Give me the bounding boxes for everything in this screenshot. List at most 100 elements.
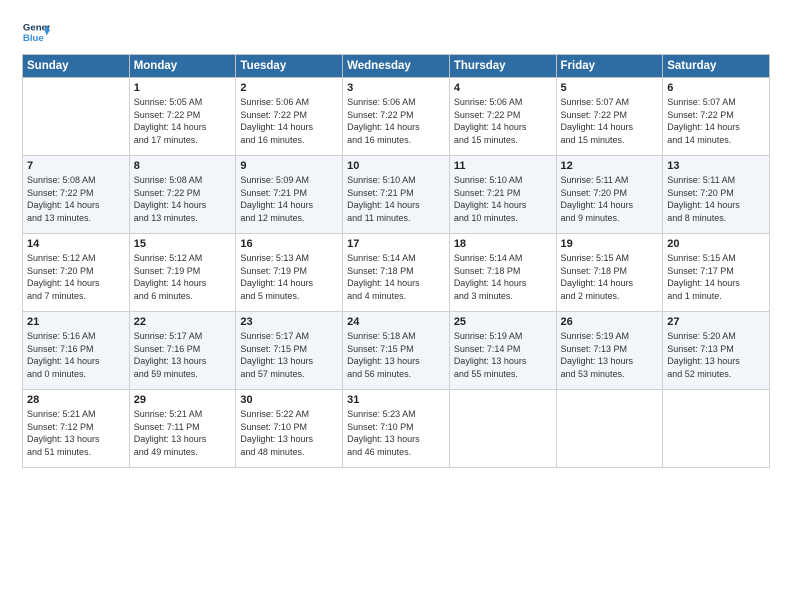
calendar-cell bbox=[23, 78, 130, 156]
cell-info: Sunrise: 5:17 AM Sunset: 7:16 PM Dayligh… bbox=[134, 330, 232, 380]
calendar-cell: 15 Sunrise: 5:12 AM Sunset: 7:19 PM Dayli… bbox=[129, 234, 236, 312]
cell-info: Sunrise: 5:13 AM Sunset: 7:19 PM Dayligh… bbox=[240, 252, 338, 302]
day-number: 31 bbox=[347, 394, 445, 406]
calendar-cell: 4 Sunrise: 5:06 AM Sunset: 7:22 PM Daylig… bbox=[449, 78, 556, 156]
cell-info: Sunrise: 5:23 AM Sunset: 7:10 PM Dayligh… bbox=[347, 408, 445, 458]
col-header-wednesday: Wednesday bbox=[343, 55, 450, 78]
calendar-cell: 20Sunrise: 5:15 AM Sunset: 7:17 PM Dayli… bbox=[663, 234, 770, 312]
calendar-cell: 29 Sunrise: 5:21 AM Sunset: 7:11 PM Dayli… bbox=[129, 390, 236, 468]
calendar-cell: 16 Sunrise: 5:13 AM Sunset: 7:19 PM Dayli… bbox=[236, 234, 343, 312]
day-number: 11 bbox=[454, 160, 552, 172]
cell-info: Sunrise: 5:06 AM Sunset: 7:22 PM Dayligh… bbox=[454, 96, 552, 146]
col-header-monday: Monday bbox=[129, 55, 236, 78]
cell-info: Sunrise: 5:07 AM Sunset: 7:22 PM Dayligh… bbox=[667, 96, 765, 146]
svg-text:Blue: Blue bbox=[23, 33, 44, 44]
calendar-cell: 7 Sunrise: 5:08 AM Sunset: 7:22 PM Daylig… bbox=[23, 156, 130, 234]
day-number: 29 bbox=[134, 394, 232, 406]
cell-info: Sunrise: 5:14 AM Sunset: 7:18 PM Dayligh… bbox=[347, 252, 445, 302]
week-row-4: 21Sunrise: 5:16 AM Sunset: 7:16 PM Dayli… bbox=[23, 312, 770, 390]
col-header-saturday: Saturday bbox=[663, 55, 770, 78]
calendar-cell: 8Sunrise: 5:08 AM Sunset: 7:22 PM Daylig… bbox=[129, 156, 236, 234]
calendar-cell: 3 Sunrise: 5:06 AM Sunset: 7:22 PM Daylig… bbox=[343, 78, 450, 156]
day-number: 16 bbox=[240, 238, 338, 250]
cell-info: Sunrise: 5:10 AM Sunset: 7:21 PM Dayligh… bbox=[454, 174, 552, 224]
calendar-cell: 22 Sunrise: 5:17 AM Sunset: 7:16 PM Dayli… bbox=[129, 312, 236, 390]
cell-info: Sunrise: 5:10 AM Sunset: 7:21 PM Dayligh… bbox=[347, 174, 445, 224]
day-number: 21 bbox=[27, 316, 125, 328]
day-number: 25 bbox=[454, 316, 552, 328]
cell-info: Sunrise: 5:19 AM Sunset: 7:13 PM Dayligh… bbox=[561, 330, 659, 380]
calendar-cell: 26 Sunrise: 5:19 AM Sunset: 7:13 PM Dayli… bbox=[556, 312, 663, 390]
logo-icon: General Blue bbox=[22, 18, 50, 46]
week-row-3: 14 Sunrise: 5:12 AM Sunset: 7:20 PM Dayli… bbox=[23, 234, 770, 312]
calendar-cell: 2 Sunrise: 5:06 AM Sunset: 7:22 PM Daylig… bbox=[236, 78, 343, 156]
calendar-cell: 10 Sunrise: 5:10 AM Sunset: 7:21 PM Dayli… bbox=[343, 156, 450, 234]
cell-info: Sunrise: 5:21 AM Sunset: 7:12 PM Dayligh… bbox=[27, 408, 125, 458]
day-number: 10 bbox=[347, 160, 445, 172]
day-number: 4 bbox=[454, 82, 552, 94]
cell-info: Sunrise: 5:12 AM Sunset: 7:20 PM Dayligh… bbox=[27, 252, 125, 302]
week-row-1: 1 Sunrise: 5:05 AM Sunset: 7:22 PM Daylig… bbox=[23, 78, 770, 156]
cell-info: Sunrise: 5:06 AM Sunset: 7:22 PM Dayligh… bbox=[240, 96, 338, 146]
day-number: 2 bbox=[240, 82, 338, 94]
calendar-table: SundayMondayTuesdayWednesdayThursdayFrid… bbox=[22, 54, 770, 468]
cell-info: Sunrise: 5:07 AM Sunset: 7:22 PM Dayligh… bbox=[561, 96, 659, 146]
day-number: 23 bbox=[240, 316, 338, 328]
calendar-cell: 19 Sunrise: 5:15 AM Sunset: 7:18 PM Dayli… bbox=[556, 234, 663, 312]
day-number: 17 bbox=[347, 238, 445, 250]
calendar-cell: 23 Sunrise: 5:17 AM Sunset: 7:15 PM Dayli… bbox=[236, 312, 343, 390]
day-number: 1 bbox=[134, 82, 232, 94]
calendar-cell: 1 Sunrise: 5:05 AM Sunset: 7:22 PM Daylig… bbox=[129, 78, 236, 156]
day-number: 14 bbox=[27, 238, 125, 250]
col-header-sunday: Sunday bbox=[23, 55, 130, 78]
calendar-cell: 12Sunrise: 5:11 AM Sunset: 7:20 PM Dayli… bbox=[556, 156, 663, 234]
calendar-cell: 18 Sunrise: 5:14 AM Sunset: 7:18 PM Dayli… bbox=[449, 234, 556, 312]
calendar-cell: 25Sunrise: 5:19 AM Sunset: 7:14 PM Dayli… bbox=[449, 312, 556, 390]
calendar-cell bbox=[556, 390, 663, 468]
calendar-cell: 14 Sunrise: 5:12 AM Sunset: 7:20 PM Dayli… bbox=[23, 234, 130, 312]
cell-info: Sunrise: 5:17 AM Sunset: 7:15 PM Dayligh… bbox=[240, 330, 338, 380]
calendar-cell: 13 Sunrise: 5:11 AM Sunset: 7:20 PM Dayli… bbox=[663, 156, 770, 234]
cell-info: Sunrise: 5:21 AM Sunset: 7:11 PM Dayligh… bbox=[134, 408, 232, 458]
calendar-cell: 28Sunrise: 5:21 AM Sunset: 7:12 PM Dayli… bbox=[23, 390, 130, 468]
day-number: 9 bbox=[240, 160, 338, 172]
day-number: 15 bbox=[134, 238, 232, 250]
day-number: 8 bbox=[134, 160, 232, 172]
cell-info: Sunrise: 5:22 AM Sunset: 7:10 PM Dayligh… bbox=[240, 408, 338, 458]
cell-info: Sunrise: 5:09 AM Sunset: 7:21 PM Dayligh… bbox=[240, 174, 338, 224]
week-row-2: 7 Sunrise: 5:08 AM Sunset: 7:22 PM Daylig… bbox=[23, 156, 770, 234]
cell-info: Sunrise: 5:11 AM Sunset: 7:20 PM Dayligh… bbox=[667, 174, 765, 224]
day-number: 7 bbox=[27, 160, 125, 172]
day-number: 6 bbox=[667, 82, 765, 94]
calendar-cell: 30 Sunrise: 5:22 AM Sunset: 7:10 PM Dayli… bbox=[236, 390, 343, 468]
calendar-cell: 5Sunrise: 5:07 AM Sunset: 7:22 PM Daylig… bbox=[556, 78, 663, 156]
cell-info: Sunrise: 5:12 AM Sunset: 7:19 PM Dayligh… bbox=[134, 252, 232, 302]
cell-info: Sunrise: 5:08 AM Sunset: 7:22 PM Dayligh… bbox=[27, 174, 125, 224]
week-row-5: 28Sunrise: 5:21 AM Sunset: 7:12 PM Dayli… bbox=[23, 390, 770, 468]
calendar-cell: 27Sunrise: 5:20 AM Sunset: 7:13 PM Dayli… bbox=[663, 312, 770, 390]
day-number: 26 bbox=[561, 316, 659, 328]
day-number: 30 bbox=[240, 394, 338, 406]
header: General Blue bbox=[22, 18, 770, 46]
day-number: 3 bbox=[347, 82, 445, 94]
day-number: 24 bbox=[347, 316, 445, 328]
day-number: 22 bbox=[134, 316, 232, 328]
cell-info: Sunrise: 5:05 AM Sunset: 7:22 PM Dayligh… bbox=[134, 96, 232, 146]
calendar-cell bbox=[449, 390, 556, 468]
cell-info: Sunrise: 5:18 AM Sunset: 7:15 PM Dayligh… bbox=[347, 330, 445, 380]
day-number: 18 bbox=[454, 238, 552, 250]
day-number: 13 bbox=[667, 160, 765, 172]
cell-info: Sunrise: 5:14 AM Sunset: 7:18 PM Dayligh… bbox=[454, 252, 552, 302]
calendar-cell: 9 Sunrise: 5:09 AM Sunset: 7:21 PM Daylig… bbox=[236, 156, 343, 234]
col-header-friday: Friday bbox=[556, 55, 663, 78]
col-header-thursday: Thursday bbox=[449, 55, 556, 78]
cell-info: Sunrise: 5:15 AM Sunset: 7:18 PM Dayligh… bbox=[561, 252, 659, 302]
cell-info: Sunrise: 5:06 AM Sunset: 7:22 PM Dayligh… bbox=[347, 96, 445, 146]
calendar-cell: 24 Sunrise: 5:18 AM Sunset: 7:15 PM Dayli… bbox=[343, 312, 450, 390]
day-number: 27 bbox=[667, 316, 765, 328]
col-header-tuesday: Tuesday bbox=[236, 55, 343, 78]
calendar-cell: 11 Sunrise: 5:10 AM Sunset: 7:21 PM Dayli… bbox=[449, 156, 556, 234]
cell-info: Sunrise: 5:11 AM Sunset: 7:20 PM Dayligh… bbox=[561, 174, 659, 224]
day-number: 19 bbox=[561, 238, 659, 250]
cell-info: Sunrise: 5:15 AM Sunset: 7:17 PM Dayligh… bbox=[667, 252, 765, 302]
